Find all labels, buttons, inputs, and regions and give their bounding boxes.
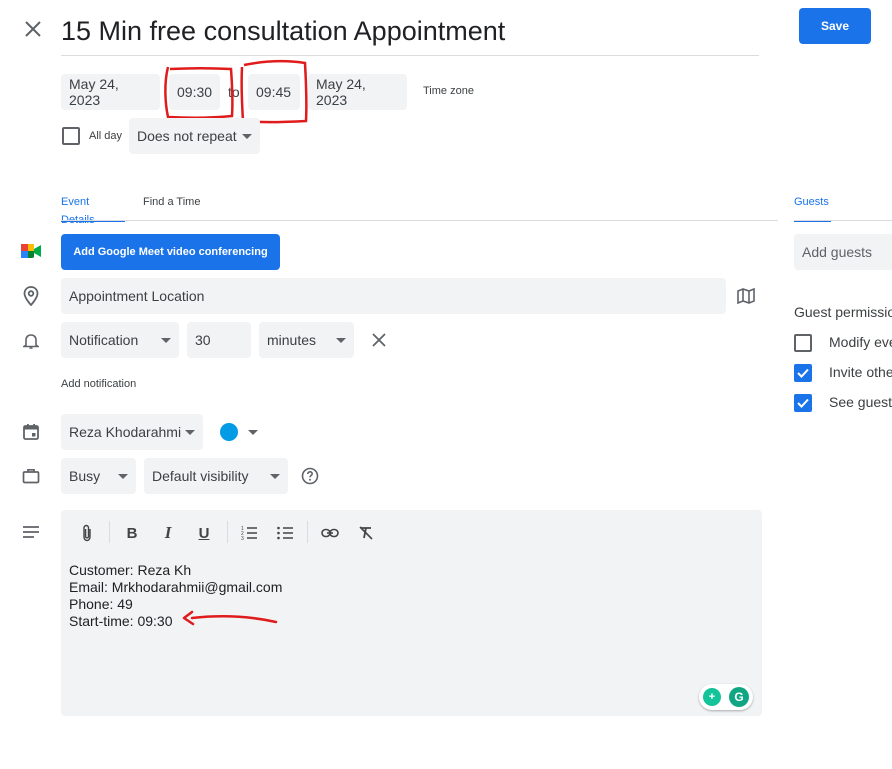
toolbar-divider <box>227 521 228 543</box>
timezone-link[interactable]: Time zone <box>423 85 474 97</box>
invite-others-checkbox[interactable] <box>794 364 812 382</box>
annotation-end-time <box>240 60 308 124</box>
save-label: Save <box>820 19 850 33</box>
start-date-field[interactable]: May 24, 2023 <box>61 74 160 110</box>
calendar-owner-text: Reza Khodarahmi <box>69 424 182 440</box>
tab-event-details-label: Event Details <box>61 196 95 226</box>
annotation-arrow <box>182 610 278 626</box>
end-date-text: May 24, 2023 <box>316 76 366 108</box>
see-guest-list-checkbox[interactable] <box>794 394 812 412</box>
svg-text:3: 3 <box>241 536 244 541</box>
event-title-input[interactable]: 15 Min free consultation Appointment <box>61 12 759 56</box>
repeat-dropdown[interactable]: Does not repeat <box>129 118 260 154</box>
tab-guests-label: Guests <box>794 196 829 208</box>
google-meet-icon <box>20 240 42 262</box>
check-icon <box>797 368 809 378</box>
repeat-text: Does not repeat <box>137 128 237 144</box>
help-icon[interactable] <box>299 465 321 487</box>
notification-type-text: Notification <box>69 332 139 348</box>
close-icon <box>25 21 41 37</box>
see-guest-list-label: See guest <box>829 394 892 410</box>
bulleted-list-icon[interactable] <box>273 521 297 545</box>
guest-permissions-label: Guest permissio <box>794 304 892 320</box>
clear-formatting-icon[interactable] <box>354 521 378 545</box>
availability-dropdown[interactable]: Busy <box>61 458 136 494</box>
attachment-icon[interactable] <box>75 521 99 545</box>
grammarly-widget[interactable]: + G <box>699 684 753 710</box>
add-notification-link[interactable]: Add notification <box>61 378 136 390</box>
map-icon[interactable] <box>735 285 757 307</box>
chevron-down-icon <box>118 473 128 479</box>
remove-notification-button[interactable] <box>368 329 390 351</box>
modify-event-checkbox[interactable] <box>794 334 812 352</box>
color-swatch <box>220 423 238 441</box>
tab-guests[interactable]: Guests <box>794 192 831 222</box>
tab-find-time[interactable]: Find a Time <box>143 192 200 210</box>
description-lines-icon <box>20 521 42 543</box>
grammarly-icon: G <box>729 687 749 707</box>
event-title: 15 Min free consultation Appointment <box>61 16 506 46</box>
check-icon <box>797 398 809 408</box>
visibility-dropdown[interactable]: Default visibility <box>144 458 288 494</box>
annotation-start-time <box>164 66 234 119</box>
save-button[interactable]: Save <box>799 8 871 44</box>
modify-event-label: Modify eve <box>829 334 892 350</box>
description-line: Email: Mrkhodarahmii@gmail.com <box>69 579 283 595</box>
bold-icon[interactable]: B <box>120 521 144 545</box>
close-icon <box>372 333 386 347</box>
link-icon[interactable] <box>318 521 342 545</box>
visibility-text: Default visibility <box>152 468 249 484</box>
chevron-down-icon <box>336 337 346 343</box>
location-text: Appointment Location <box>69 288 205 304</box>
all-day-checkbox[interactable] <box>62 127 80 145</box>
guests-divider <box>794 220 892 221</box>
chevron-down-icon <box>242 133 252 139</box>
color-picker[interactable] <box>220 422 260 442</box>
underline-icon[interactable]: U <box>192 521 216 545</box>
chevron-down-icon <box>270 473 280 479</box>
italic-icon[interactable]: I <box>156 521 180 545</box>
add-guests-input[interactable]: Add guests <box>794 234 892 270</box>
notification-type-dropdown[interactable]: Notification <box>61 322 179 358</box>
add-guests-placeholder: Add guests <box>802 244 873 260</box>
add-meet-label: Add Google Meet video conferencing <box>73 246 268 258</box>
notification-unit-text: minutes <box>267 332 317 348</box>
start-date-text: May 24, 2023 <box>69 76 119 108</box>
end-date-field[interactable]: May 24, 2023 <box>308 74 407 110</box>
chevron-down-icon <box>161 337 171 343</box>
bell-icon <box>20 330 42 352</box>
invite-others-label: Invite othe <box>829 364 892 380</box>
description-line: Customer: Reza Kh <box>69 562 192 578</box>
notification-amount-text: 30 <box>195 332 211 348</box>
tabs-divider <box>61 220 778 221</box>
all-day-label: All day <box>89 130 123 142</box>
toolbar-divider <box>109 521 110 543</box>
briefcase-icon <box>20 465 42 487</box>
numbered-list-icon[interactable]: 123 <box>237 521 261 545</box>
notification-amount-input[interactable]: 30 <box>187 322 251 358</box>
calendar-owner-dropdown[interactable]: Reza Khodarahmi <box>61 414 203 450</box>
location-pin-icon <box>20 285 42 307</box>
calendar-icon <box>20 421 42 443</box>
availability-text: Busy <box>69 468 101 484</box>
notification-unit-dropdown[interactable]: minutes <box>259 322 354 358</box>
lightbulb-icon: + <box>703 688 721 706</box>
tab-event-details[interactable]: Event Details <box>61 192 125 226</box>
toolbar-divider <box>307 521 308 543</box>
chevron-down-icon <box>248 429 258 435</box>
chevron-down-icon <box>185 429 195 435</box>
add-meet-button[interactable]: Add Google Meet video conferencing <box>61 234 280 270</box>
tab-find-time-label: Find a Time <box>143 196 201 208</box>
close-button[interactable] <box>20 16 46 42</box>
location-input[interactable]: Appointment Location <box>61 278 726 314</box>
